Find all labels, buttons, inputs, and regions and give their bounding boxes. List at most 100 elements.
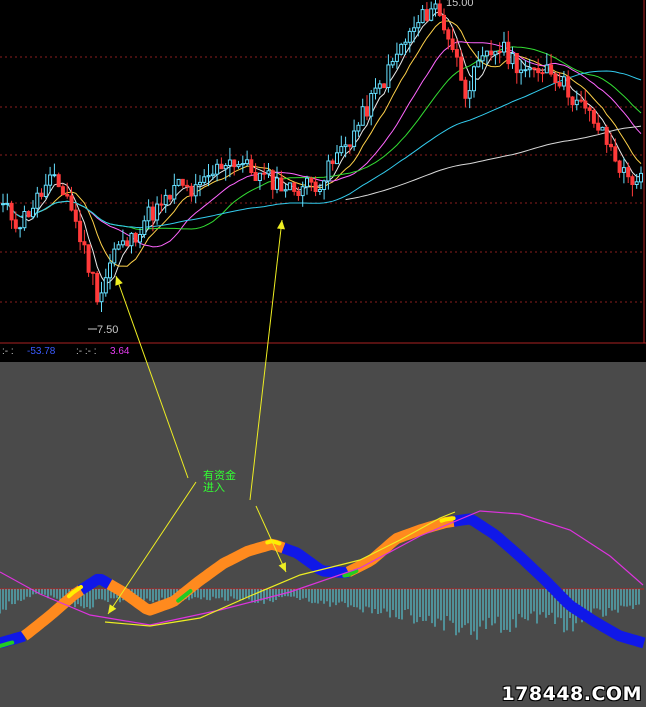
candle-body bbox=[5, 202, 10, 205]
candle-body bbox=[253, 172, 258, 181]
candle-body bbox=[283, 189, 288, 192]
candle-body bbox=[621, 167, 626, 173]
indicator-a-prefix: :- : bbox=[2, 346, 14, 357]
candle-body bbox=[60, 186, 65, 195]
candle-body bbox=[227, 159, 232, 166]
candle-body bbox=[416, 22, 421, 29]
candle bbox=[399, 42, 404, 56]
candle-body bbox=[343, 144, 348, 148]
candle-body bbox=[626, 167, 631, 178]
candle-body bbox=[223, 165, 228, 170]
candle-body bbox=[39, 192, 44, 197]
candle-body bbox=[365, 106, 369, 117]
candle-body bbox=[472, 66, 476, 92]
candle-body bbox=[13, 219, 18, 229]
candle-body bbox=[99, 292, 104, 303]
candle-body bbox=[116, 244, 121, 250]
candle bbox=[287, 182, 292, 191]
candle-body bbox=[373, 87, 378, 94]
candle-body bbox=[347, 144, 352, 147]
candle-body bbox=[454, 49, 459, 58]
candle-body bbox=[108, 262, 112, 279]
candle-body bbox=[476, 60, 481, 68]
candle-body bbox=[335, 152, 339, 165]
candle-body bbox=[249, 159, 254, 174]
candle-body bbox=[437, 3, 442, 16]
candle-body bbox=[125, 240, 130, 247]
candle-body bbox=[300, 186, 305, 197]
candle-body bbox=[570, 96, 575, 106]
candle-body bbox=[339, 146, 344, 154]
candle-body bbox=[296, 190, 301, 197]
candle-body bbox=[489, 50, 494, 56]
low-price-label: 7.50 bbox=[97, 324, 119, 336]
candle-body bbox=[240, 163, 245, 166]
candle-body bbox=[159, 203, 164, 206]
candle bbox=[26, 210, 31, 218]
candle-body bbox=[22, 211, 27, 229]
indicator-b-prefix: :- :- : bbox=[76, 346, 97, 357]
candle-body bbox=[493, 50, 498, 56]
candle-body bbox=[56, 174, 61, 188]
candle-body bbox=[596, 122, 601, 131]
candle-body bbox=[292, 182, 297, 192]
candle-body bbox=[459, 56, 464, 81]
candle-body bbox=[407, 30, 412, 43]
watermark: 178448.COM bbox=[501, 683, 642, 705]
candle-body bbox=[279, 177, 284, 192]
fund-entry-annotation: 有资金 进入 bbox=[203, 470, 236, 494]
candle-body bbox=[382, 83, 387, 89]
candle-body bbox=[394, 53, 399, 62]
candle-body bbox=[412, 27, 417, 32]
candle-body bbox=[287, 182, 292, 191]
candle-body bbox=[215, 163, 220, 175]
candle-body bbox=[330, 160, 335, 164]
candle-body bbox=[613, 146, 618, 162]
candle-body bbox=[514, 53, 519, 74]
candle-body bbox=[129, 232, 134, 247]
candle-body bbox=[219, 163, 224, 170]
candle-body bbox=[180, 178, 185, 186]
peak-marker bbox=[439, 516, 456, 523]
candle-body bbox=[450, 38, 455, 50]
candle-body bbox=[193, 184, 198, 197]
candle-body bbox=[424, 9, 429, 21]
candle-body bbox=[189, 185, 194, 197]
candle-body bbox=[18, 227, 23, 230]
candle-body bbox=[600, 126, 605, 131]
candle-body bbox=[65, 194, 70, 197]
candle-body bbox=[245, 159, 250, 165]
candle-body bbox=[73, 209, 78, 222]
high-price-label: 15.00 bbox=[446, 0, 474, 9]
indicator-panel-bg bbox=[0, 362, 646, 707]
candle-body bbox=[232, 159, 237, 168]
candle-body bbox=[540, 72, 545, 75]
candle-body bbox=[236, 164, 241, 168]
candle-body bbox=[352, 130, 357, 147]
candle bbox=[86, 244, 91, 277]
candle-body bbox=[399, 43, 404, 55]
candle-body bbox=[266, 170, 271, 175]
candle-body bbox=[591, 110, 596, 124]
candle-body bbox=[561, 76, 566, 87]
candle bbox=[176, 178, 181, 187]
candle-body bbox=[506, 41, 511, 65]
candle-body bbox=[463, 79, 468, 99]
candle-body bbox=[502, 41, 506, 53]
candle-body bbox=[429, 8, 434, 21]
candle-body bbox=[142, 220, 147, 236]
candle-body bbox=[433, 3, 438, 10]
candle-body bbox=[69, 195, 74, 211]
candle-body bbox=[604, 126, 609, 145]
candle-body bbox=[146, 206, 151, 222]
candle-body bbox=[609, 143, 613, 148]
candle bbox=[56, 172, 61, 188]
candle-body bbox=[639, 172, 643, 183]
candle-body bbox=[532, 67, 536, 70]
candle-body bbox=[360, 106, 365, 126]
candle-body bbox=[566, 76, 571, 98]
candle-body bbox=[90, 271, 95, 274]
candle-body bbox=[369, 93, 374, 117]
indicator-value-row: :- : -53.78 :- :- : 3.64 bbox=[0, 344, 646, 360]
candle-body bbox=[583, 100, 588, 109]
